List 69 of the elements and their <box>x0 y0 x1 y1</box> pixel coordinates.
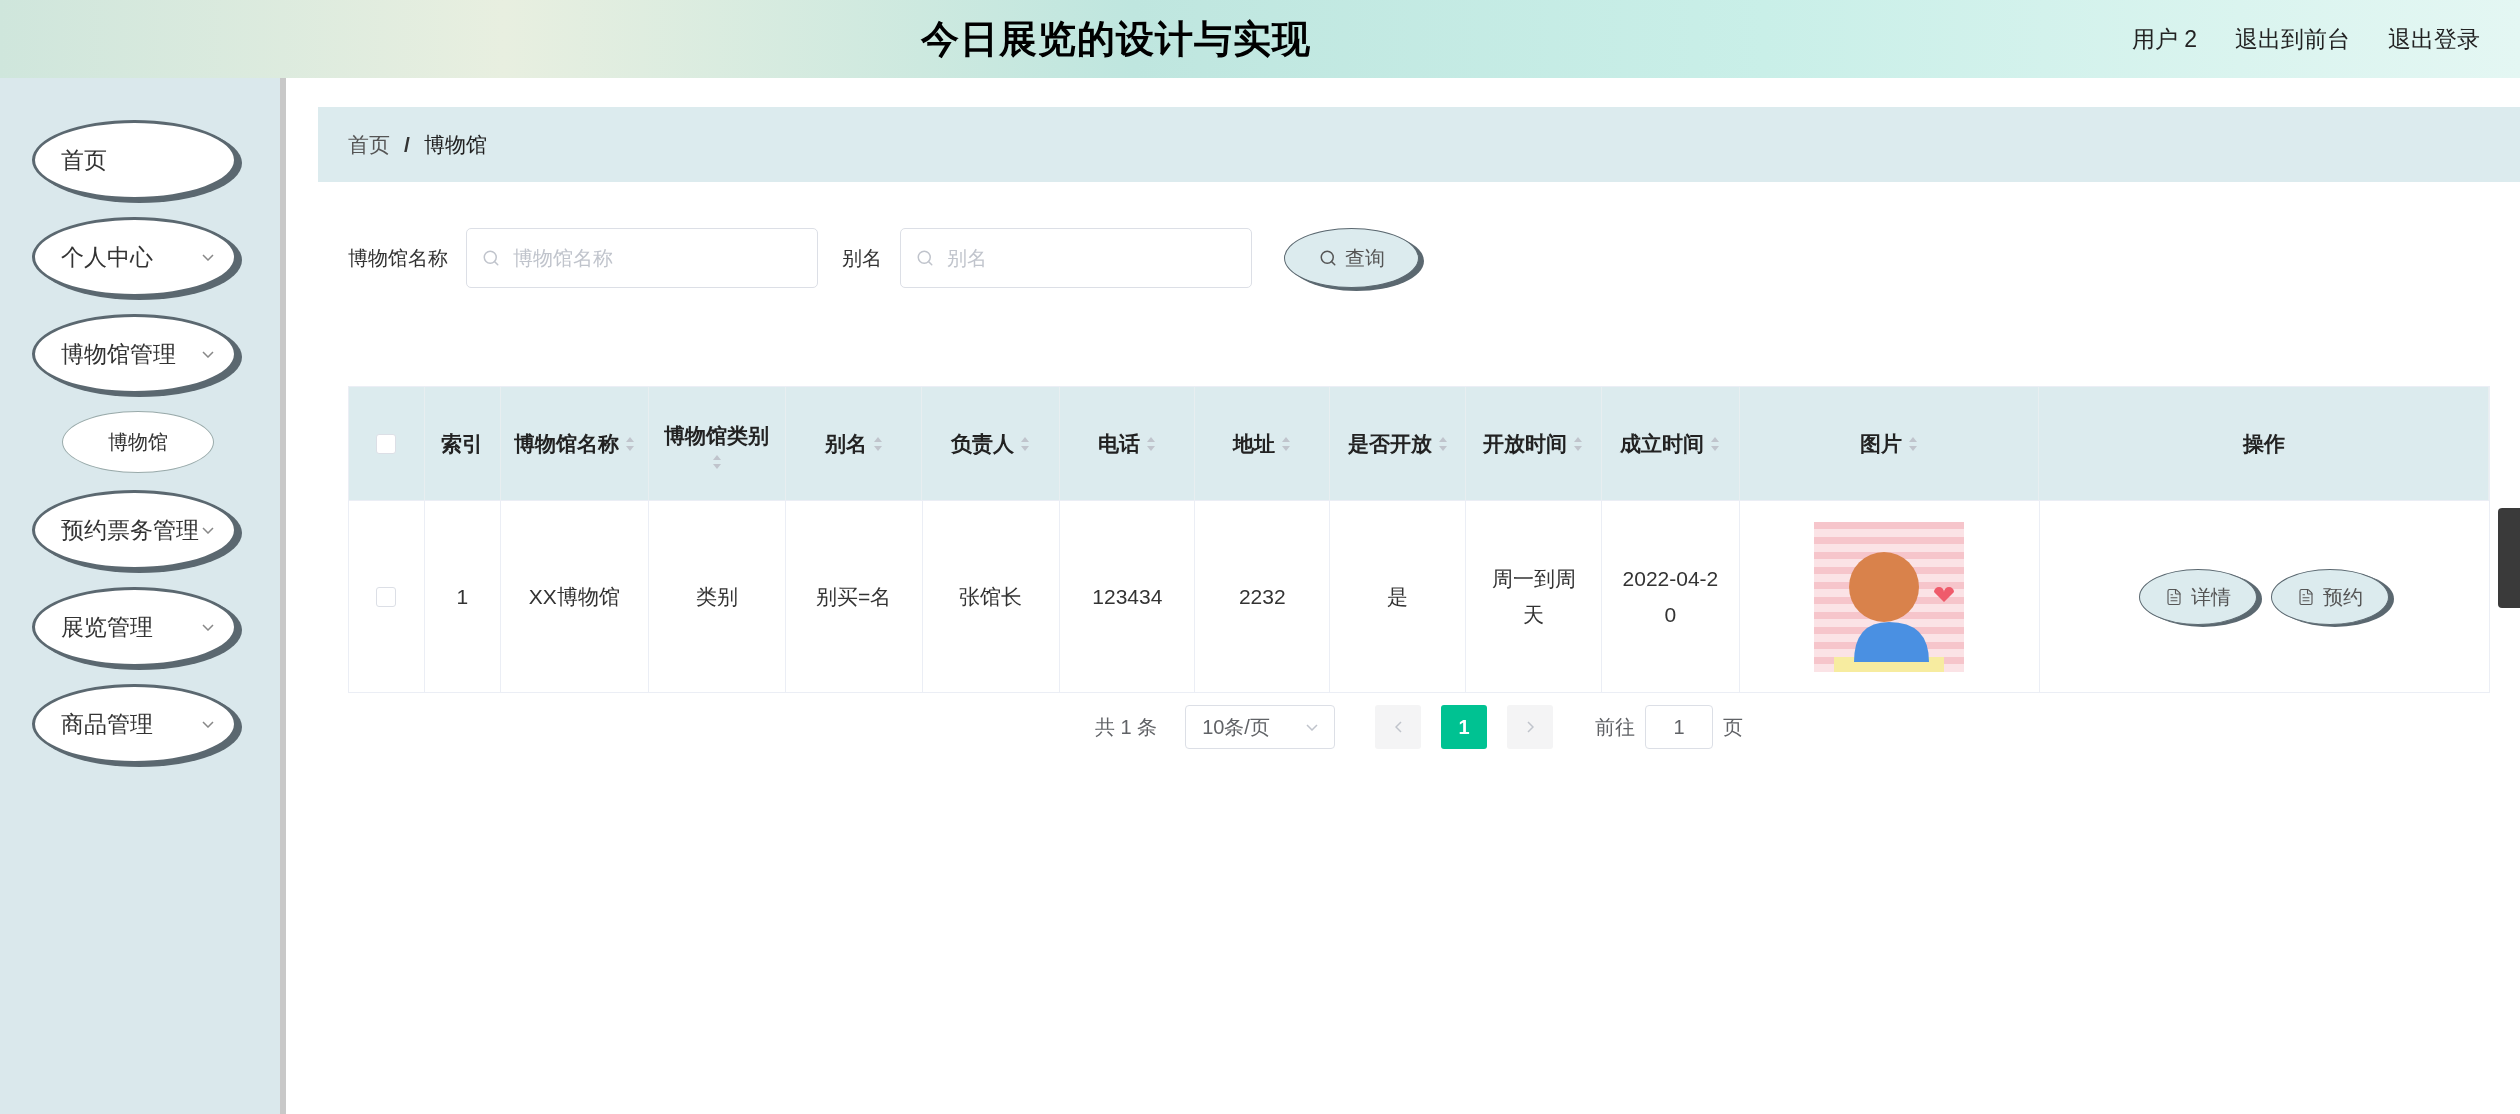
document-icon <box>2165 587 2184 606</box>
column-header[interactable]: 别名 <box>824 425 883 462</box>
header-link[interactable]: 退出登录 <box>2388 21 2480 57</box>
chevron-icon <box>202 253 214 261</box>
side-handle[interactable] <box>2498 508 2520 608</box>
search-field[interactable]: 博物馆名称 <box>466 228 818 288</box>
chevron-icon <box>202 350 214 358</box>
search-icon <box>916 249 934 267</box>
chevron-left-icon <box>1394 721 1402 733</box>
goto-suffix: 页 <box>1723 715 1744 740</box>
table-cell-text: 2022-04-20 <box>1621 565 1720 628</box>
search-icon <box>482 249 500 267</box>
table-cell-text: 是 <box>1387 583 1409 610</box>
column-header[interactable]: 博物馆名称 <box>513 425 635 462</box>
goto-label: 前往 <box>1595 715 1636 740</box>
column-header: 操作 <box>2242 430 2285 457</box>
chevron-icon <box>202 526 214 534</box>
sort-icon[interactable] <box>1908 435 1919 452</box>
checkbox[interactable] <box>376 433 397 454</box>
table-cell-text: 别买=名 <box>815 583 892 610</box>
search-field[interactable]: 别名 <box>900 228 1252 288</box>
table-cell-text: 周一到周天 <box>1490 565 1577 628</box>
sort-icon[interactable] <box>1710 435 1721 452</box>
goto-page-field[interactable]: 1 <box>1645 705 1714 749</box>
total-count: 共 1 条 <box>1094 715 1158 740</box>
search-label: 博物馆名称 <box>348 246 448 271</box>
sidebar-submenu-item[interactable]: 博物馆 <box>62 411 214 473</box>
next-page-button[interactable] <box>1507 705 1554 749</box>
sort-icon[interactable] <box>1573 435 1584 452</box>
header-link[interactable]: 用户 2 <box>2131 21 2197 57</box>
page-size-select[interactable]: 10条/页 <box>1185 705 1336 749</box>
breadcrumb-link[interactable]: 博物馆 <box>423 128 487 161</box>
chevron-icon <box>202 623 214 631</box>
column-header[interactable]: 开放时间 <box>1483 425 1584 462</box>
column-header[interactable]: 地址 <box>1233 425 1292 462</box>
document-icon <box>2297 587 2316 606</box>
chevron-icon <box>1306 723 1319 731</box>
table-cell-text: 123434 <box>1092 583 1163 610</box>
column-header[interactable]: 成立时间 <box>1620 425 1721 462</box>
checkbox[interactable] <box>376 586 397 607</box>
app-title: 今日展览的设计与实现 <box>921 16 1311 62</box>
chevron-icon <box>202 720 214 728</box>
chevron-right-icon <box>1526 721 1534 733</box>
column-header: 索引 <box>441 430 484 457</box>
sort-icon[interactable] <box>1281 435 1292 452</box>
breadcrumb-link[interactable]: 首页 <box>348 128 390 161</box>
column-header[interactable]: 负责人 <box>951 425 1031 462</box>
search-label: 别名 <box>842 246 882 271</box>
sort-icon[interactable] <box>1437 435 1448 452</box>
column-header[interactable]: 是否开放 <box>1347 425 1448 462</box>
search-icon <box>1318 249 1337 267</box>
sort-icon[interactable] <box>1020 435 1031 452</box>
table-cell-text: 1 <box>456 583 469 610</box>
sort-icon[interactable] <box>1146 435 1157 452</box>
sort-icon[interactable] <box>872 435 883 452</box>
action-button[interactable]: 详情 <box>2139 568 2258 625</box>
column-header[interactable]: 博物馆类别 <box>658 417 775 470</box>
sort-icon[interactable] <box>711 453 722 470</box>
table-cell-text: 类别 <box>695 583 738 610</box>
action-button[interactable]: 预约 <box>2271 568 2390 625</box>
table-cell-text: 2232 <box>1238 583 1286 610</box>
breadcrumb-separator: / <box>404 131 410 158</box>
table-cell-text: 张馆长 <box>959 583 1023 610</box>
prev-page-button[interactable] <box>1375 705 1422 749</box>
table-cell-text: XX博物馆 <box>528 583 620 610</box>
header-link[interactable]: 退出到前台 <box>2235 21 2350 57</box>
sort-icon[interactable] <box>624 435 635 452</box>
column-header[interactable]: 图片 <box>1860 425 1919 462</box>
column-header[interactable]: 电话 <box>1098 425 1157 462</box>
